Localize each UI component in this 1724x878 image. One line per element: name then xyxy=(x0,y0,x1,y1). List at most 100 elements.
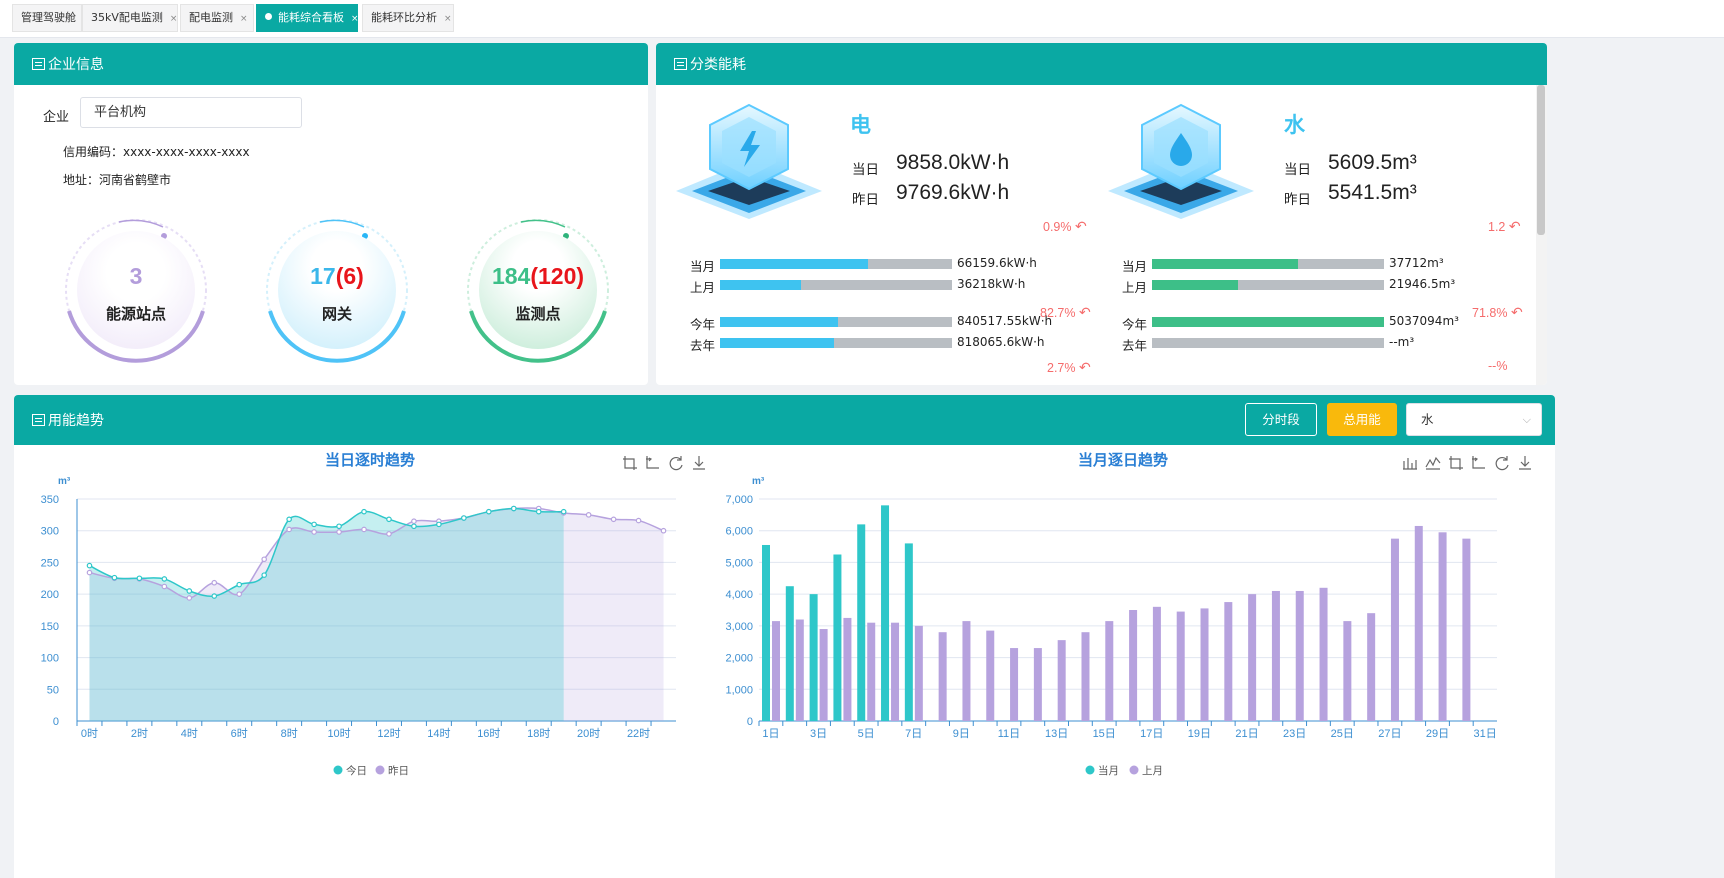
close-icon[interactable]: × xyxy=(444,14,452,24)
water-day-change: 1.2 ↶ xyxy=(1488,218,1521,235)
category-panel: 分类能耗 电 当日 9858.0kW·h 昨日 9769.6kW·h 0.9% … xyxy=(656,43,1547,385)
y-tick-label: 0 xyxy=(53,716,59,728)
water-lastyear-value: --m³ xyxy=(1389,335,1415,349)
energy-type-select[interactable]: 水 ⌵ xyxy=(1406,403,1542,436)
data-point xyxy=(261,572,267,578)
electric-lastyear-value: 818065.6kW·h xyxy=(957,335,1045,349)
table-icon xyxy=(32,58,45,70)
change-value: 2.7% xyxy=(1047,361,1076,375)
data-point xyxy=(361,508,367,515)
stat-offline: (6) xyxy=(335,263,364,289)
data-point xyxy=(585,512,592,518)
bar xyxy=(938,632,947,721)
stat-monitor-points[interactable]: 184(120) 监测点 xyxy=(463,215,613,365)
bar-fill xyxy=(720,317,839,327)
electric-lastmonth-bar xyxy=(720,280,952,290)
stat-energy-sites[interactable]: 3 能源站点 xyxy=(61,215,211,365)
zoom-reset-icon[interactable] xyxy=(1472,456,1485,469)
stat-gateways[interactable]: 17(6) 网关 xyxy=(262,215,412,365)
download-icon[interactable] xyxy=(1519,456,1531,470)
data-point xyxy=(186,588,193,594)
bar xyxy=(1367,613,1376,721)
data-point xyxy=(635,517,642,524)
water-month-change: 71.8% ↶ xyxy=(1472,304,1523,321)
x-tick-label: 0时 xyxy=(81,727,98,740)
data-point xyxy=(486,508,492,515)
tab-distribution[interactable]: 配电监测 × xyxy=(180,4,254,32)
electric-lastmonth-value: 36218kW·h xyxy=(957,277,1026,291)
tab-energy-ratio[interactable]: 能耗环比分析 × xyxy=(362,4,454,32)
bar xyxy=(1176,611,1185,721)
data-point xyxy=(336,523,342,530)
zoom-icon[interactable] xyxy=(1449,456,1463,470)
data-point xyxy=(660,527,667,534)
electric-yesterday-value: 9769.6kW·h xyxy=(896,181,1010,204)
stat-value: 3 xyxy=(61,263,211,290)
bar-fill xyxy=(1152,259,1299,269)
x-tick-label: 31日 xyxy=(1473,728,1496,740)
scrollbar-thumb[interactable] xyxy=(1537,85,1545,235)
stat-label: 网关 xyxy=(321,305,352,323)
tab-label: 能耗环比分析 xyxy=(371,11,437,24)
line-view-icon[interactable] xyxy=(1425,456,1441,470)
water-yesterday-label: 昨日 xyxy=(1284,192,1311,208)
data-point xyxy=(336,529,342,535)
tab-35kv[interactable]: 35kV配电监测 × xyxy=(82,4,178,32)
bar-fill xyxy=(720,259,869,269)
x-tick-label: 8时 xyxy=(281,727,298,740)
change-value: 0.9% xyxy=(1043,220,1072,234)
x-tick-label: 13日 xyxy=(1045,728,1068,740)
close-icon[interactable]: × xyxy=(240,14,248,24)
panel-title: 用能趋势 xyxy=(48,412,104,428)
restore-icon[interactable] xyxy=(669,456,683,471)
total-energy-button[interactable]: 总用能 xyxy=(1327,403,1397,436)
period-button[interactable]: 分时段 xyxy=(1245,403,1317,436)
y-tick-label: 3,000 xyxy=(725,621,753,633)
x-tick-label: 18时 xyxy=(527,727,550,740)
tab-energy-board[interactable]: 能耗综合看板 × xyxy=(256,4,359,32)
x-tick-label: 10时 xyxy=(327,727,350,740)
close-icon[interactable]: × xyxy=(170,14,178,24)
tab-label: 配电监测 xyxy=(189,11,233,24)
x-tick-label: 15日 xyxy=(1093,728,1116,740)
water-month-value: 37712m³ xyxy=(1389,256,1444,270)
download-icon[interactable] xyxy=(693,456,705,470)
stat-inner xyxy=(77,231,195,349)
y-tick-label: 150 xyxy=(41,621,59,633)
legend-label: 上月 xyxy=(1142,765,1163,777)
close-icon[interactable]: × xyxy=(351,14,359,24)
active-dot-icon xyxy=(265,13,272,20)
y-axis-unit: m³ xyxy=(58,476,71,487)
bar xyxy=(1129,610,1138,721)
return-arrow-icon: ↶ xyxy=(1510,304,1523,320)
table-icon xyxy=(674,58,687,70)
water-year-label: 今年 xyxy=(1122,317,1148,332)
monthly-daily-chart: 当月逐日趋势 m³ 0 1,000 2,000 3,000 4,000 5,000 6,000 7… xyxy=(725,451,1531,777)
panel-title: 企业信息 xyxy=(48,56,104,72)
bar-view-icon[interactable] xyxy=(1403,458,1417,470)
water-month-label: 当月 xyxy=(1122,259,1148,274)
bar-fill xyxy=(720,280,802,290)
trend-panel: 用能趋势 分时段 总用能 水 ⌵ 当日逐时趋势 m³ 0 50 100 150 200 250 3… xyxy=(14,395,1555,878)
electric-month-label: 当月 xyxy=(690,259,716,274)
bar xyxy=(1343,621,1352,721)
zoom-icon[interactable] xyxy=(623,456,637,470)
electric-year-value: 840517.55kW·h xyxy=(957,314,1053,328)
x-tick-label: 1日 xyxy=(762,728,779,740)
bar xyxy=(1462,538,1471,721)
data-point xyxy=(211,593,218,599)
company-select[interactable]: 平台机构 xyxy=(80,97,302,128)
restore-icon[interactable] xyxy=(1495,456,1509,471)
data-point xyxy=(86,569,93,576)
zoom-reset-icon[interactable] xyxy=(646,456,659,469)
data-point xyxy=(386,516,392,523)
scrollbar-track[interactable] xyxy=(1536,85,1547,385)
stat-value: 17(6) xyxy=(262,263,412,290)
x-tick-label: 23日 xyxy=(1283,728,1306,740)
return-arrow-icon: ↶ xyxy=(1078,304,1091,320)
water-icon xyxy=(1108,103,1254,219)
tab-cockpit[interactable]: 管理驾驶舱 xyxy=(12,4,82,32)
electric-today-label: 当日 xyxy=(852,162,879,178)
electric-year-bar xyxy=(720,317,952,327)
data-point xyxy=(161,583,168,590)
